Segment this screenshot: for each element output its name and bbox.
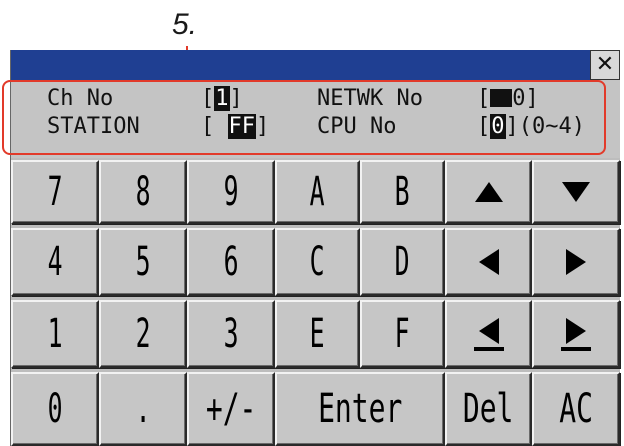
cpu-no-field[interactable]: [0](0~4) [477, 114, 585, 139]
info-panel: Ch No [1] NETWK No [0] STATION [ FF] CPU… [11, 80, 620, 158]
netwk-no-label: NETWK No [317, 86, 423, 111]
cursor-left-icon [473, 317, 504, 351]
cursor-right-icon [561, 317, 591, 351]
station-field[interactable]: [ FF] [201, 114, 269, 139]
key-f[interactable]: F [360, 300, 445, 368]
arrow-up-icon [474, 182, 503, 202]
arrow-right-icon [566, 249, 586, 275]
all-clear-button[interactable]: AC [532, 372, 620, 446]
close-icon: ✕ [595, 52, 615, 77]
netwk-no-field[interactable]: [0] [477, 86, 539, 111]
key-d[interactable]: D [360, 228, 445, 296]
enter-button[interactable]: Enter [275, 372, 445, 446]
cpu-no-range: (0~4) [518, 114, 585, 139]
netwk-no-value: 0 [512, 86, 526, 111]
key-1[interactable]: 1 [11, 300, 99, 368]
key-6[interactable]: 6 [187, 228, 275, 296]
keypad-window: ✕ Ch No [1] NETWK No [0] STATION [ FF] C… [10, 50, 620, 446]
arrow-down-icon [562, 182, 590, 202]
key-b[interactable]: B [360, 160, 445, 224]
arrow-left-button[interactable] [445, 228, 532, 296]
key-8[interactable]: 8 [99, 160, 187, 224]
station-label: STATION [47, 114, 140, 139]
key-0[interactable]: 0 [11, 372, 99, 446]
key-9[interactable]: 9 [187, 160, 275, 224]
arrow-left-icon [478, 249, 499, 275]
key-c[interactable]: C [275, 228, 360, 296]
keypad: 7 8 9 A B 4 5 6 C D 1 2 3 E F 0 . +/- En… [11, 160, 620, 446]
key-3[interactable]: 3 [187, 300, 275, 368]
title-bar [11, 50, 620, 80]
cpu-no-label: CPU No [317, 114, 397, 139]
arrow-up-button[interactable] [445, 160, 532, 224]
key-a[interactable]: A [275, 160, 360, 224]
ch-no-value: 1 [214, 86, 230, 111]
key-decimal-point[interactable]: . [99, 372, 187, 446]
arrow-right-button[interactable] [532, 228, 620, 296]
netwk-no-cursor [490, 89, 513, 107]
cursor-left-button[interactable] [445, 300, 532, 368]
key-2[interactable]: 2 [99, 300, 187, 368]
close-button[interactable]: ✕ [590, 50, 620, 80]
key-e[interactable]: E [275, 300, 360, 368]
ch-no-label: Ch No [47, 86, 114, 111]
cpu-no-value: 0 [490, 114, 506, 139]
cursor-right-button[interactable] [532, 300, 620, 368]
station-value: FF [227, 114, 256, 139]
key-5[interactable]: 5 [99, 228, 187, 296]
arrow-down-button[interactable] [532, 160, 620, 224]
callout-label: 5. [172, 8, 198, 41]
key-4[interactable]: 4 [11, 228, 99, 296]
delete-button[interactable]: Del [445, 372, 532, 446]
key-7[interactable]: 7 [11, 160, 99, 224]
key-plus-minus[interactable]: +/- [187, 372, 275, 446]
ch-no-field[interactable]: [1] [201, 86, 243, 111]
